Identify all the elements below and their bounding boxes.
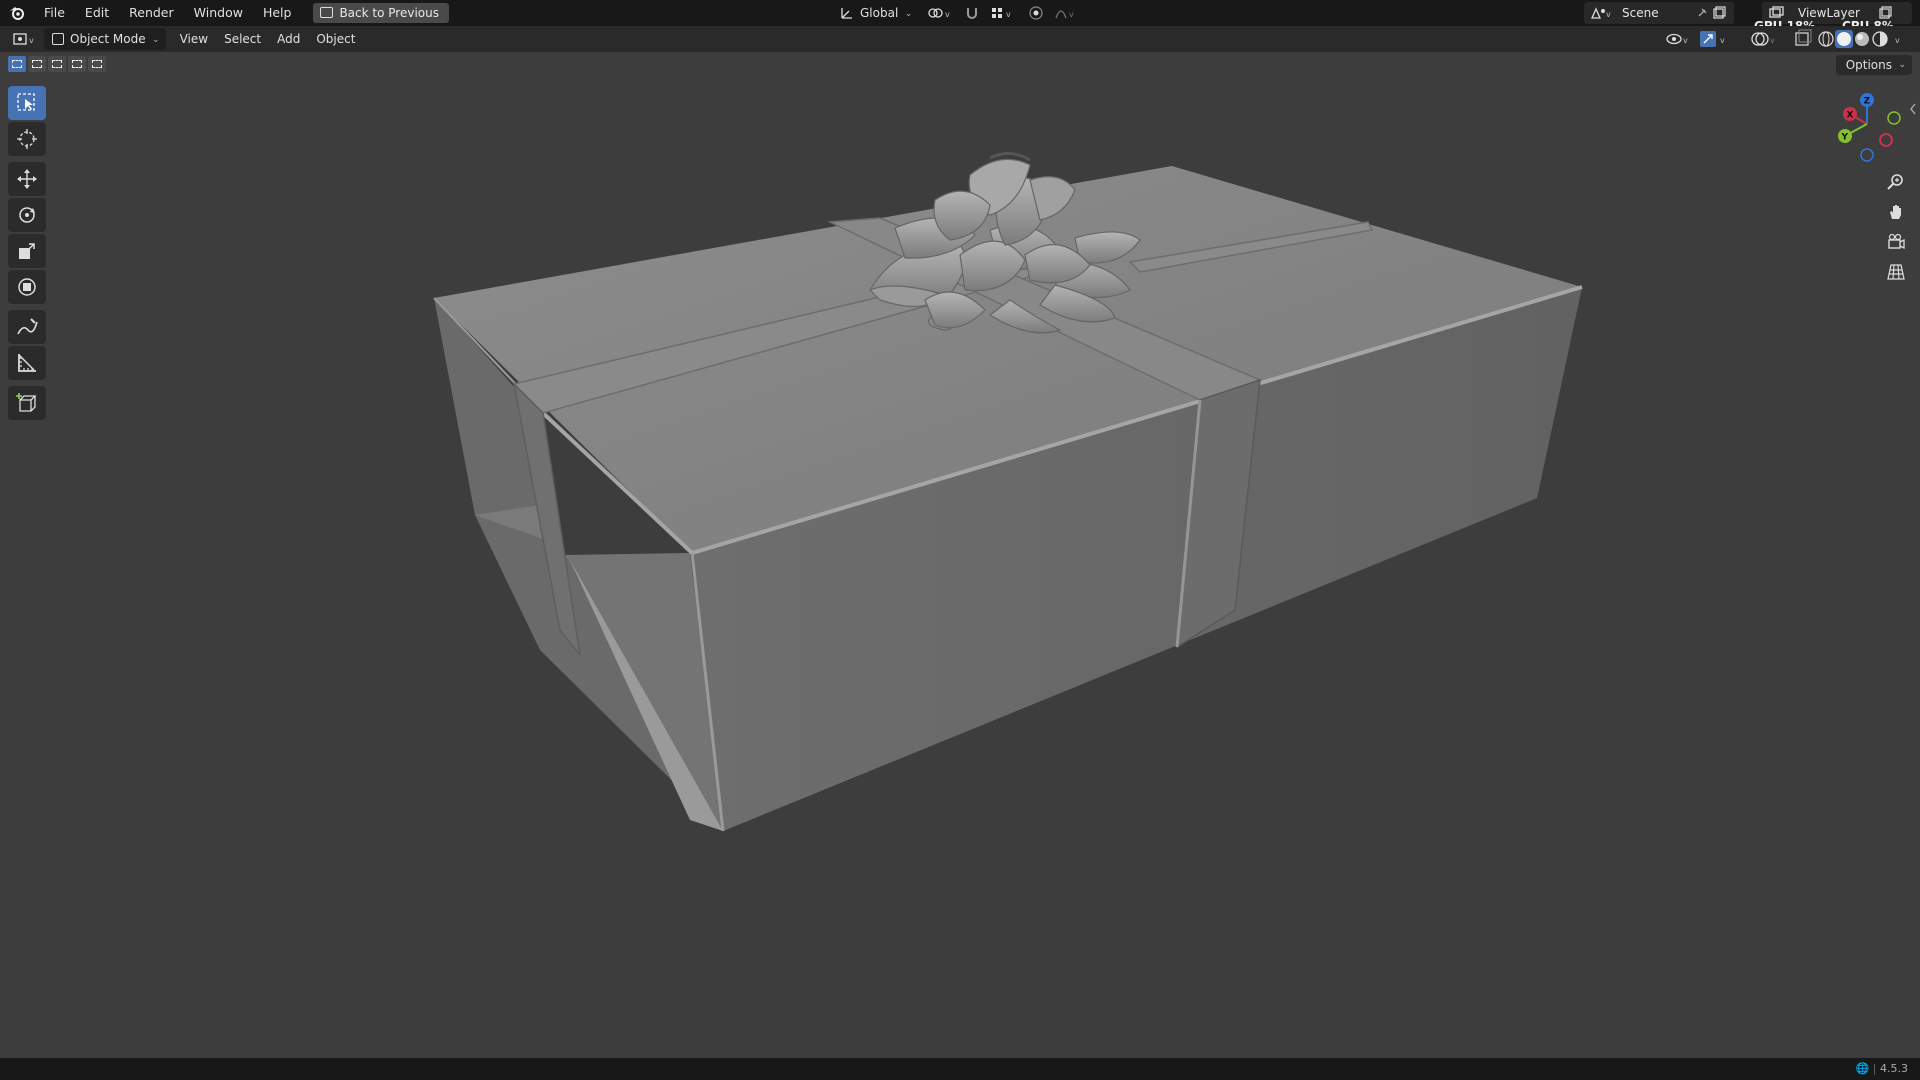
material-shading-icon[interactable]: [1855, 32, 1869, 46]
orientation-icon: [841, 8, 852, 19]
svg-text:v: v: [945, 10, 950, 19]
object-mode-label: Object Mode: [70, 32, 146, 46]
xray-icon[interactable]: [1795, 29, 1812, 46]
gizmo-toggle-icon[interactable]: v: [1700, 31, 1725, 47]
back-to-previous-label: Back to Previous: [339, 6, 439, 20]
svg-text:v: v: [29, 36, 34, 45]
viewport-header: v Object Mode ⌄ View Select Add Object: [0, 26, 1920, 52]
overlays-icon[interactable]: v: [1751, 32, 1775, 46]
chevron-down-icon[interactable]: v: [1895, 36, 1900, 45]
back-to-previous-button[interactable]: Back to Previous: [313, 3, 449, 23]
snap-target-icon[interactable]: v: [990, 3, 1018, 23]
editor-type-icon[interactable]: v: [10, 29, 40, 49]
globe-icon: 🌐: [1855, 1062, 1870, 1075]
visibility-icon[interactable]: v: [1666, 33, 1688, 46]
version-label: 4.5.3: [1880, 1062, 1908, 1075]
menu-view[interactable]: View: [172, 28, 216, 50]
rendered-shading-icon[interactable]: [1872, 31, 1888, 47]
view-layer-name: ViewLayer: [1798, 6, 1860, 20]
menu-object[interactable]: Object: [308, 28, 363, 50]
transform-orientation-dropdown[interactable]: Global ⌄: [836, 2, 918, 24]
blender-logo-icon[interactable]: [0, 0, 34, 26]
wireframe-shading-icon[interactable]: [1818, 31, 1834, 47]
chevron-down-icon: ⌄: [904, 9, 913, 19]
proportional-falloff-icon[interactable]: v: [1054, 3, 1080, 23]
view-layer-icon: [1769, 6, 1784, 18]
scene-selector[interactable]: v Scene: [1584, 2, 1734, 24]
menu-render[interactable]: Render: [119, 0, 184, 26]
screen-icon: [320, 7, 334, 18]
svg-text:v: v: [1770, 36, 1775, 45]
status-bar: 🌐 | 4.5.3: [0, 1058, 1920, 1080]
solid-shading-icon[interactable]: [1835, 30, 1853, 48]
scene-name: Scene: [1622, 6, 1659, 20]
new-scene-icon[interactable]: [1712, 6, 1726, 20]
svg-text:v: v: [1683, 36, 1688, 45]
menu-select[interactable]: Select: [216, 28, 269, 50]
svg-text:v: v: [1069, 10, 1074, 19]
pivot-point-icon[interactable]: v: [926, 3, 954, 23]
viewport-shading-controls: v v v v: [1666, 29, 1900, 48]
chevron-down-icon: ⌄: [152, 35, 160, 45]
object-mode-dropdown[interactable]: Object Mode ⌄: [44, 28, 166, 50]
pin-icon[interactable]: [1696, 7, 1708, 19]
proportional-editing-icon[interactable]: [1026, 3, 1046, 23]
new-view-layer-icon[interactable]: [1878, 6, 1892, 20]
menu-window[interactable]: Window: [184, 0, 253, 26]
version-info: 🌐 | 4.5.3: [1855, 1062, 1908, 1075]
scene-icon: v: [1590, 7, 1611, 19]
transform-orientation-label: Global: [860, 6, 899, 20]
gift-box-model[interactable]: [0, 52, 1920, 1058]
snap-toggle-icon[interactable]: [962, 3, 982, 23]
menu-file[interactable]: File: [34, 0, 75, 26]
menu-add[interactable]: Add: [269, 28, 308, 50]
transform-tools: Global ⌄ v v v: [836, 2, 1080, 24]
svg-text:v: v: [1006, 10, 1011, 19]
svg-text:v: v: [1720, 36, 1725, 45]
menu-edit[interactable]: Edit: [75, 0, 119, 26]
menu-help[interactable]: Help: [253, 0, 302, 26]
svg-text:v: v: [1606, 10, 1611, 19]
object-mode-icon: [52, 33, 64, 45]
